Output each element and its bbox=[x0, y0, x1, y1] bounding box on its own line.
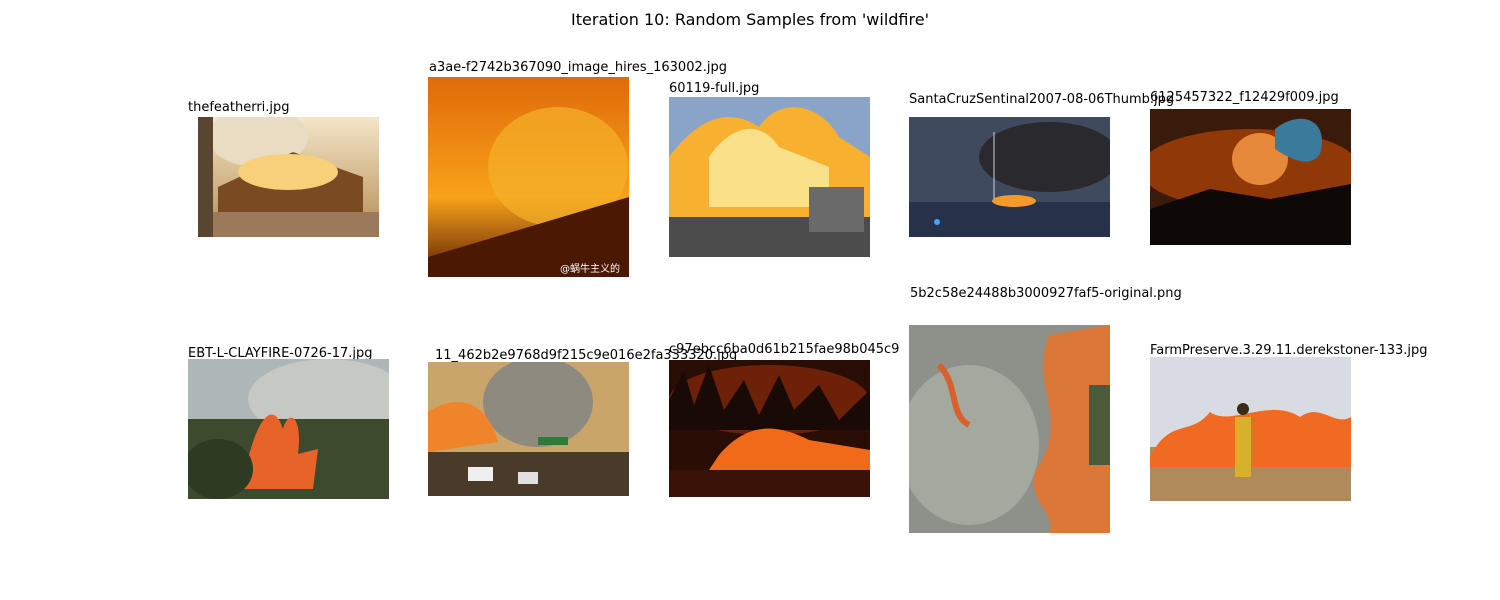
sample-image-smoke-road bbox=[428, 362, 629, 496]
sample-caption: thefeatherri.jpg bbox=[188, 100, 290, 115]
watermark-text: @蜗牛主义的 bbox=[560, 262, 620, 275]
sample-caption: 5b2c58e24488b3000927faf5-original.png bbox=[910, 286, 1182, 301]
figure-title: Iteration 10: Random Samples from 'wildf… bbox=[571, 10, 929, 29]
sample-image-night-hillside-fire bbox=[669, 360, 870, 497]
sample-caption: FarmPreserve.3.29.11.derekstoner-133.jpg bbox=[1150, 343, 1428, 358]
sample-caption: a3ae-f2742b367090_image_hires_163002.jpg bbox=[429, 60, 727, 75]
sample-image-orange-glow: @蜗牛主义的 bbox=[428, 77, 629, 277]
sample-image-dragon-fire bbox=[1150, 109, 1351, 245]
sample-image-burning-house bbox=[198, 117, 379, 237]
sample-image-street-flames bbox=[669, 97, 870, 257]
sample-image-aerial-grass-fire bbox=[909, 325, 1110, 533]
sample-caption: c97ebcc6ba0d61b215fae98b045c9 bbox=[669, 342, 900, 357]
sample-caption: SantaCruzSentinal2007-08-06Thumb.jpg bbox=[909, 92, 1175, 107]
sample-caption: 60119-full.jpg bbox=[669, 81, 760, 96]
sample-image-firefighter-grass bbox=[1150, 357, 1351, 501]
sample-caption: 6125457322_f12429f009.jpg bbox=[1150, 90, 1339, 105]
sample-image-boat-fire bbox=[909, 117, 1110, 237]
sample-image-forest-fire bbox=[188, 359, 389, 499]
